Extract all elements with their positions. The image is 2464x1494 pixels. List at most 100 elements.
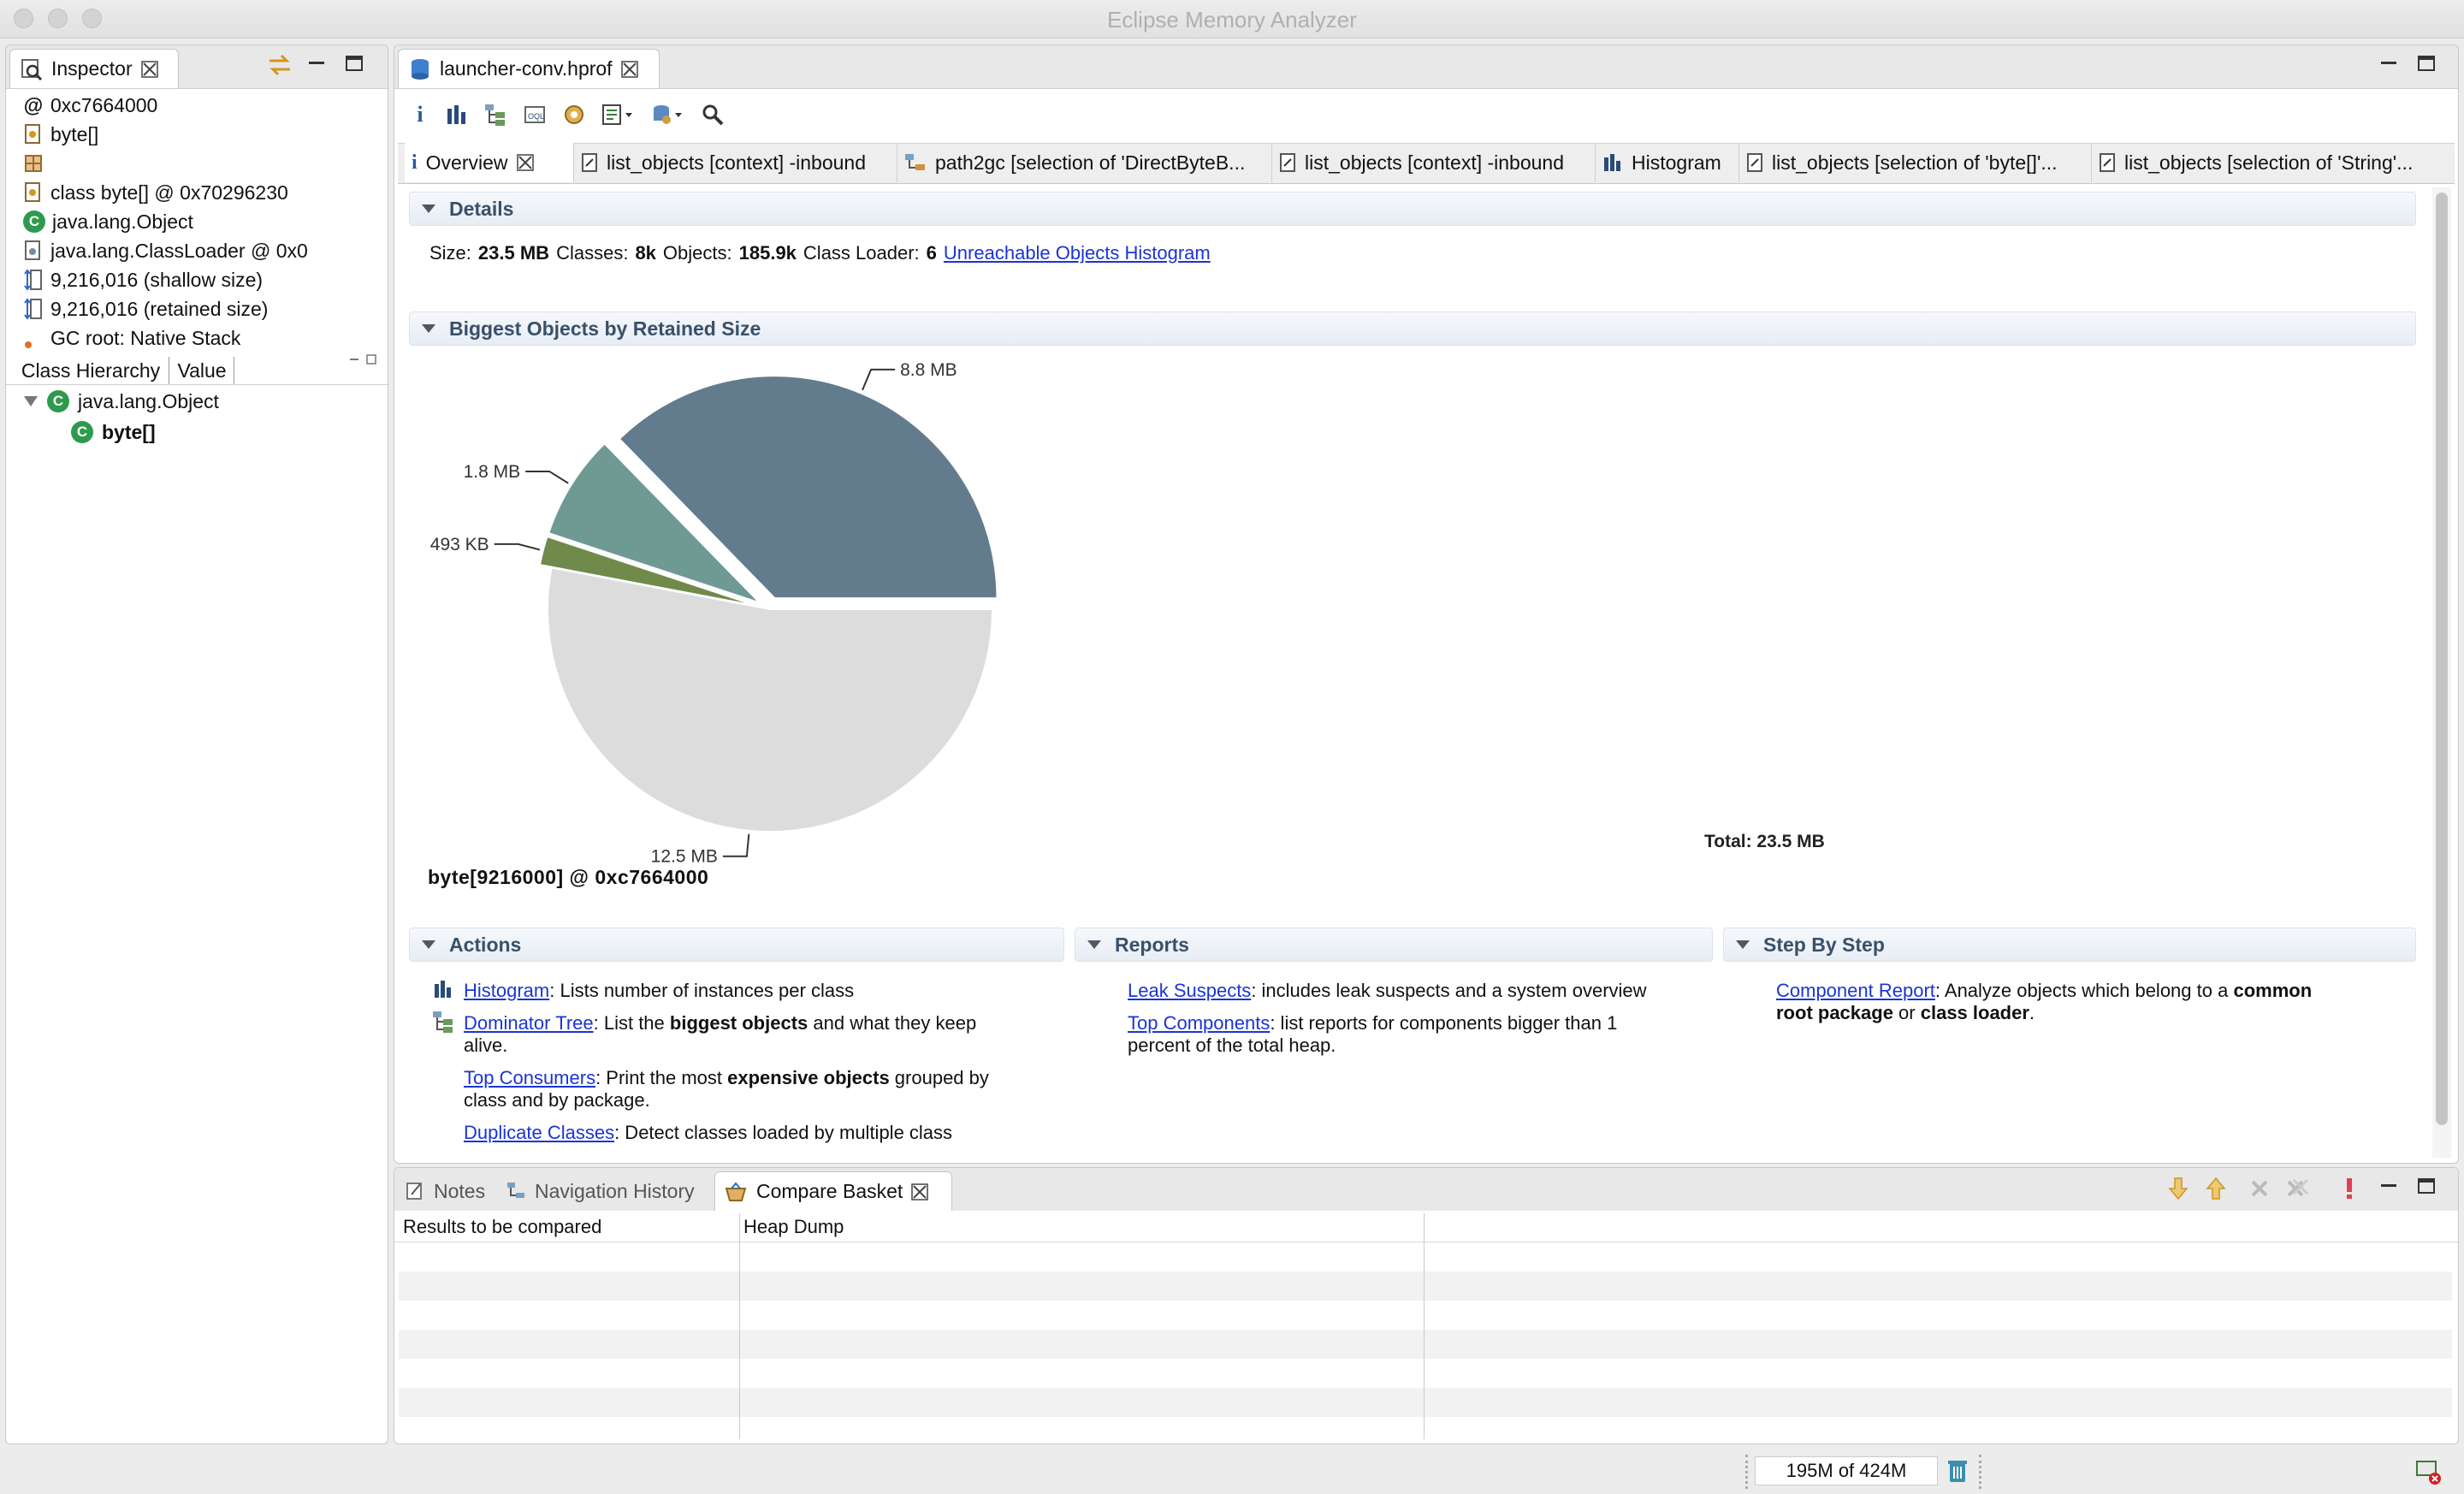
actions-section-header[interactable]: Actions [409, 928, 1064, 962]
compare-basket-icon [724, 1181, 748, 1202]
histogram-icon[interactable] [446, 104, 468, 126]
step-by-step-section-header[interactable]: Step By Step [1723, 928, 2416, 962]
notes-tab-label: Notes [434, 1179, 486, 1202]
table-header [394, 1211, 2458, 1242]
action-description: alive. [464, 1035, 508, 1056]
tree-node-label: java.lang.Object [78, 389, 219, 412]
tab-list-objects-3[interactable]: list_objects [selection of 'byte[]'... [1739, 143, 2092, 182]
remove-icon[interactable] [2249, 1178, 2270, 1199]
duplicate-classes-link[interactable]: Duplicate Classes [464, 1122, 614, 1143]
tab-navigation-history[interactable]: Navigation History [506, 1171, 695, 1211]
minimize-icon[interactable] [2379, 54, 2398, 73]
unreachable-objects-link[interactable]: Unreachable Objects Histogram [944, 242, 1211, 264]
maximize-small-icon[interactable] [365, 353, 377, 365]
inspector-row-package[interactable] [23, 150, 50, 177]
report-top-components: Top Components: list reports for compone… [1128, 1012, 1709, 1057]
oql-icon[interactable]: OQL [523, 103, 547, 127]
histogram-link[interactable]: Histogram [464, 980, 549, 1001]
tab-value[interactable]: Value [170, 357, 234, 384]
maximize-icon[interactable] [2417, 1177, 2436, 1195]
dominator-tree-link[interactable]: Dominator Tree [464, 1012, 594, 1034]
inspector-row-text: java.lang.Object [52, 210, 193, 233]
move-down-icon[interactable] [2167, 1177, 2189, 1201]
query-icon [1746, 152, 1763, 173]
inspector-row-superclass[interactable]: C java.lang.Object [23, 208, 193, 235]
maximize-icon[interactable] [2417, 54, 2436, 73]
inspector-row-classloader[interactable]: java.lang.ClassLoader @ 0x0 [23, 237, 308, 264]
column-heap-dump[interactable]: Heap Dump [743, 1216, 844, 1238]
step-description: : Analyze objects which belong to a [1934, 980, 2234, 1001]
collapse-triangle-icon[interactable] [422, 324, 435, 333]
tree-node-object[interactable]: C java.lang.Object [23, 386, 219, 417]
inspector-row-retained[interactable]: 9,216,016 (retained size) [23, 295, 268, 323]
minimize-icon[interactable] [307, 54, 326, 73]
heap-dump-icon [409, 57, 431, 81]
tab-list-objects-1[interactable]: list_objects [context] -inbound [574, 143, 897, 182]
tab-path2gc[interactable]: path2gc [selection of 'DirectByteB... [897, 143, 1272, 182]
tab-class-hierarchy[interactable]: Class Hierarchy [13, 357, 169, 384]
compare-results-icon[interactable] [2343, 1177, 2355, 1201]
search-icon[interactable] [701, 103, 725, 127]
details-section-header[interactable]: Details [409, 192, 2416, 226]
leak-suspects-link[interactable]: Leak Suspects [1128, 980, 1251, 1001]
inspector-row-text: byte[] [50, 122, 99, 145]
inspector-row-gcroot[interactable]: GC root: Native Stack [23, 324, 240, 352]
divider [6, 384, 388, 385]
pie-leader-line [722, 833, 750, 857]
thread-overview-icon[interactable] [562, 103, 586, 127]
close-tab-icon[interactable] [516, 154, 534, 171]
actions-title: Actions [449, 933, 522, 956]
collapse-triangle-icon[interactable] [1087, 940, 1101, 949]
tab-label: Overview [425, 151, 508, 174]
tab-overview[interactable]: i Overview [405, 143, 574, 182]
tab-inspector[interactable]: Inspector [9, 49, 179, 88]
close-tab-icon[interactable] [911, 1183, 929, 1201]
top-components-link[interactable]: Top Components [1128, 1012, 1270, 1034]
top-consumers-link[interactable]: Top Consumers [464, 1067, 595, 1088]
classloader-icon [23, 240, 44, 262]
value-tab-label: Value [177, 359, 227, 382]
close-tab-icon[interactable] [620, 60, 638, 78]
trash-icon[interactable] [1946, 1458, 1969, 1484]
collapse-triangle-icon[interactable] [1736, 940, 1750, 949]
tab-list-objects-2[interactable]: list_objects [context] -inbound [1272, 143, 1596, 182]
vertical-scrollbar[interactable] [2432, 187, 2451, 1158]
inspector-row-shallow[interactable]: 9,216,016 (shallow size) [23, 266, 263, 293]
dominator-tree-icon[interactable] [483, 103, 507, 127]
tab-heap-dump[interactable]: launcher-conv.hprof [398, 49, 660, 88]
pie-slice[interactable] [547, 566, 994, 833]
minimize-icon[interactable] [2379, 1177, 2398, 1195]
maximize-icon[interactable] [345, 54, 364, 73]
tab-label: list_objects [context] -inbound [607, 151, 867, 174]
inspector-row-address[interactable]: @ 0xc7664000 [23, 92, 158, 119]
collapse-triangle-icon[interactable] [422, 940, 435, 949]
run-report-icon[interactable] [601, 103, 636, 127]
move-up-icon[interactable] [2205, 1177, 2227, 1201]
tab-notes[interactable]: Notes [405, 1171, 485, 1211]
tree-node-byte-array[interactable]: C byte[] [71, 417, 156, 448]
collapse-triangle-icon[interactable] [422, 205, 435, 213]
class-hierarchy-tab-label: Class Hierarchy [21, 359, 161, 382]
close-tab-icon[interactable] [140, 60, 158, 78]
scrollbar-thumb[interactable] [2436, 193, 2448, 1125]
link-with-selection-icon[interactable] [266, 52, 295, 78]
query-browser-icon[interactable] [651, 103, 685, 127]
report-description: : includes leak suspects and a system ov… [1251, 980, 1647, 1001]
tab-histogram[interactable]: Histogram [1596, 143, 1739, 182]
component-report-link[interactable]: Component Report [1776, 980, 1935, 1001]
minimize-small-icon[interactable] [348, 353, 360, 365]
column-results[interactable]: Results to be compared [403, 1216, 601, 1238]
action-description: : Print the most [595, 1067, 728, 1088]
tab-compare-basket[interactable]: Compare Basket [714, 1171, 952, 1211]
remove-all-icon[interactable] [2285, 1178, 2309, 1199]
error-log-icon[interactable] [2414, 1458, 2442, 1485]
info-icon[interactable]: i [410, 102, 430, 127]
expand-triangle-icon[interactable] [23, 394, 38, 408]
inspector-row-text: class byte[] @ 0x70296230 [50, 181, 288, 204]
table-row [399, 1272, 2452, 1301]
inspector-row-type[interactable]: byte[] [23, 121, 98, 148]
inspector-row-class[interactable]: class byte[] @ 0x70296230 [23, 179, 288, 206]
reports-section-header[interactable]: Reports [1075, 928, 1713, 962]
tab-list-objects-4[interactable]: list_objects [selection of 'String'... [2092, 143, 2451, 182]
biggest-objects-section-header[interactable]: Biggest Objects by Retained Size [409, 311, 2416, 346]
